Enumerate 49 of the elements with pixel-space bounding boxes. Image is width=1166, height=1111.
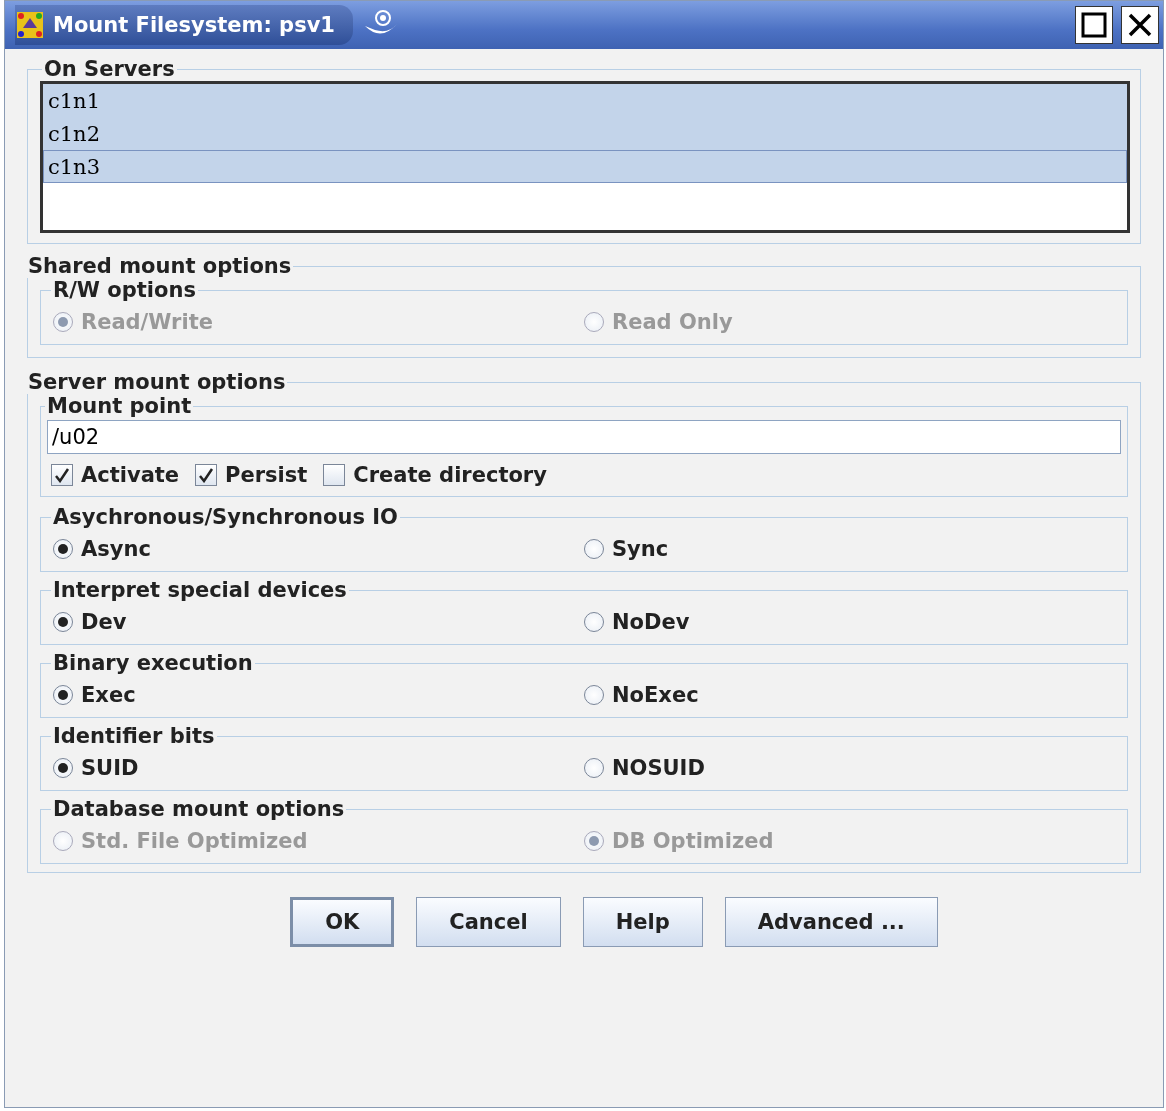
dialog-button[interactable]: Advanced ... [724, 897, 938, 947]
radio-label: Std. File Optimized [81, 829, 308, 853]
radio-label: NoDev [612, 610, 690, 634]
section-title: On Servers [43, 57, 176, 81]
checkbox-label: Activate [81, 463, 180, 487]
server-list[interactable]: c1n1 c1n2 c1n3 [40, 81, 1130, 233]
dialog-button[interactable]: Cancel [416, 897, 561, 947]
radio-label: Read Only [612, 310, 733, 334]
group-title: R/W options [52, 278, 197, 302]
radio-label: Read/Write [81, 310, 213, 334]
group-title: Identifier bits [52, 724, 216, 748]
radio-label: SUID [81, 756, 139, 780]
dialog-button[interactable]: Help [582, 897, 703, 947]
maximize-button[interactable] [1075, 6, 1113, 44]
server-item[interactable]: c1n3 [43, 150, 1127, 183]
radio-label: NOSUID [612, 756, 705, 780]
dialog-button[interactable]: OK [290, 897, 395, 947]
group-title: Asychronous/Synchronous IO [52, 505, 399, 529]
group-title: Database mount options [52, 797, 346, 821]
radio-button[interactable] [53, 612, 73, 632]
radio-button[interactable] [53, 539, 73, 559]
mount-point-field[interactable]: /u02 [47, 420, 1121, 454]
group-title: Mount point [46, 394, 193, 418]
app-icon [15, 10, 45, 40]
radio-label: NoExec [612, 683, 699, 707]
server-item[interactable]: c1n1 [43, 84, 1127, 117]
window-title: Mount Filesystem: psv1 [53, 13, 335, 37]
checkbox[interactable] [323, 464, 346, 486]
server-item[interactable]: c1n2 [43, 117, 1127, 150]
radio-button[interactable] [53, 758, 73, 778]
radio-label: DB Optimized [612, 829, 774, 853]
checkbox[interactable] [195, 464, 218, 486]
radio-label: Async [81, 537, 151, 561]
checkbox[interactable] [51, 464, 73, 486]
checkbox-label: Create directory [353, 463, 547, 487]
radio-button[interactable] [584, 539, 604, 559]
radio-label: Dev [81, 610, 127, 634]
checkbox-label: Persist [225, 463, 308, 487]
section-title: Server mount options [27, 370, 287, 394]
radio-button[interactable] [53, 685, 73, 705]
close-button[interactable] [1121, 6, 1159, 44]
section-title: Shared mount options [27, 254, 293, 278]
radio-label: Sync [612, 537, 669, 561]
radio-button[interactable] [584, 758, 604, 778]
radio-label: Exec [81, 683, 136, 707]
radio-button[interactable] [584, 685, 604, 705]
group-title: Binary execution [52, 651, 254, 675]
group-title: Interpret special devices [52, 578, 348, 602]
radio-button[interactable] [584, 612, 604, 632]
